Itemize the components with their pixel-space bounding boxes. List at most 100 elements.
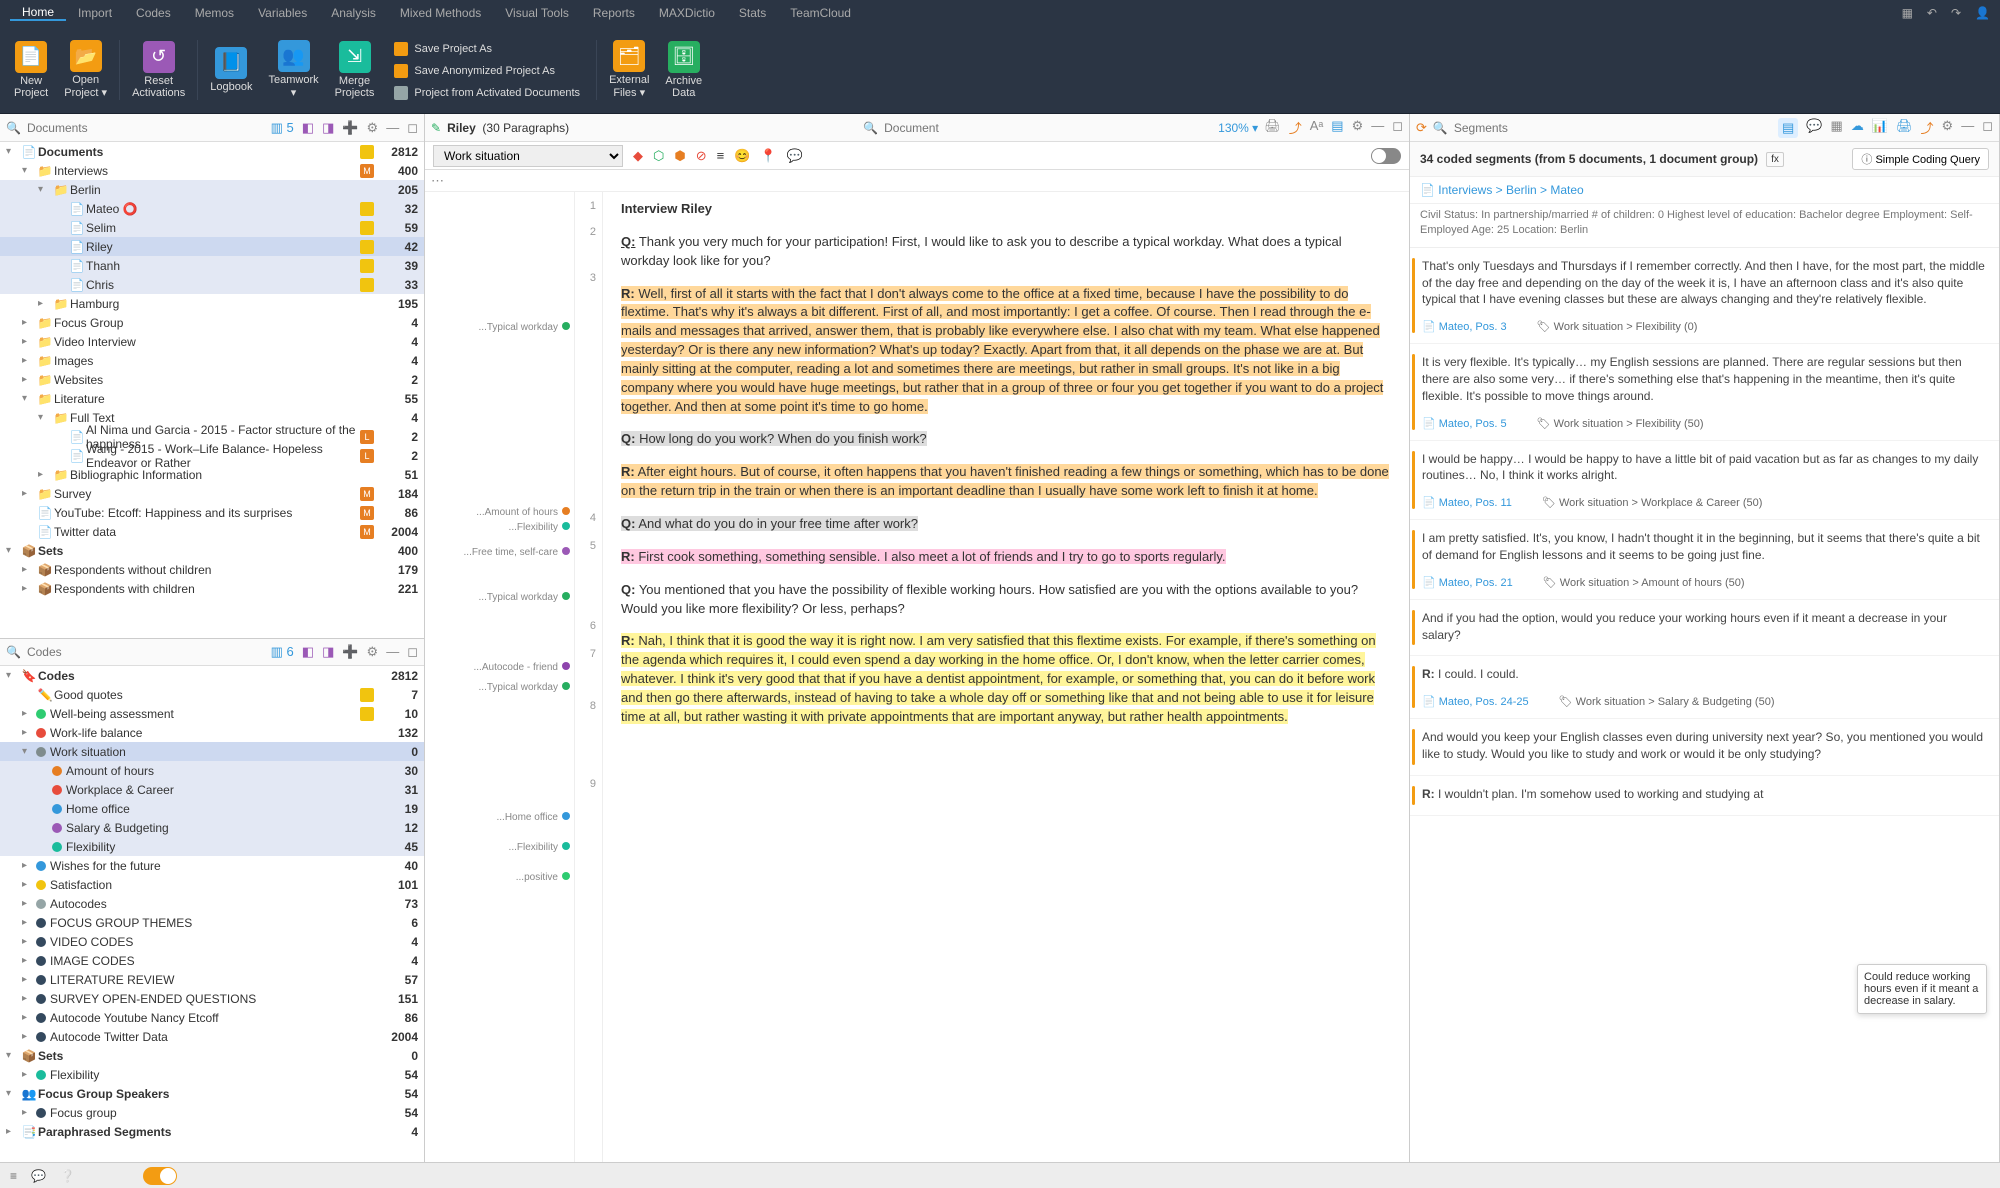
- menu-home[interactable]: Home: [10, 5, 66, 21]
- paragraph[interactable]: Q: And what do you do in your free time …: [621, 515, 1391, 534]
- coding-stripe-label[interactable]: ...Free time, self-care: [464, 547, 570, 558]
- emoji-tool[interactable]: 😊: [734, 148, 750, 164]
- segment-item[interactable]: R: I could. I could.📄 Mateo, Pos. 24-25🏷…: [1410, 656, 1999, 719]
- chat-icon[interactable]: 💬: [31, 1169, 46, 1183]
- coding-stripe-label[interactable]: ...Typical workday: [479, 592, 570, 603]
- code-select[interactable]: Work situation: [433, 145, 623, 167]
- help-icon[interactable]: ❔: [60, 1169, 75, 1183]
- simple-coding-query-button[interactable]: ⓘ Simple Coding Query: [1852, 148, 1989, 170]
- code-tool-5[interactable]: ≡: [717, 148, 725, 163]
- tree-root[interactable]: ▸📑Paraphrased Segments4: [0, 1122, 424, 1141]
- tree-item[interactable]: ▸LITERATURE REVIEW57: [0, 970, 424, 989]
- undo-icon[interactable]: ↶: [1927, 6, 1937, 20]
- document-search-input[interactable]: [884, 121, 1166, 135]
- tree-item[interactable]: 📄Selim59: [0, 218, 424, 237]
- menu-analysis[interactable]: Analysis: [319, 6, 388, 20]
- segments-search-input[interactable]: [1454, 121, 1772, 135]
- minimize-icon[interactable]: —: [1961, 118, 1974, 138]
- tree-item[interactable]: ▸Well-being assessment10: [0, 704, 424, 723]
- segments-list[interactable]: That's only Tuesdays and Thursdays if I …: [1410, 248, 1999, 1162]
- seg-export-icon[interactable]: ⤴: [1921, 118, 1934, 138]
- tree-root[interactable]: ▾📦Sets0: [0, 1046, 424, 1065]
- tree-item[interactable]: ▸📁Video Interview4: [0, 332, 424, 351]
- coding-stripe-label[interactable]: ...positive: [516, 872, 570, 883]
- codes-add-icon[interactable]: ➕: [342, 644, 358, 660]
- paragraph[interactable]: R: Well, first of all it starts with the…: [621, 285, 1391, 417]
- code-tool-2[interactable]: ⬡: [653, 148, 664, 164]
- tree-item[interactable]: ▾📁InterviewsM400: [0, 161, 424, 180]
- paragraph[interactable]: R: First cook something, something sensi…: [621, 548, 1391, 567]
- tree-item[interactable]: ▸Work-life balance132: [0, 723, 424, 742]
- tree-item[interactable]: ▸Autocodes73: [0, 894, 424, 913]
- seg-view-list[interactable]: ▤: [1778, 118, 1798, 138]
- gear-icon[interactable]: ⚙: [1352, 118, 1364, 137]
- save-icon[interactable]: ▦: [1902, 6, 1913, 20]
- menu-import[interactable]: Import: [66, 6, 124, 20]
- segment-item[interactable]: That's only Tuesdays and Thursdays if I …: [1410, 248, 1999, 344]
- tree-item[interactable]: ▾Work situation0: [0, 742, 424, 761]
- print-icon[interactable]: 🖨: [1264, 118, 1281, 137]
- tree-item[interactable]: ▸📁Focus Group4: [0, 313, 424, 332]
- seg-view-grid[interactable]: ▦: [1831, 118, 1843, 138]
- gear-icon[interactable]: ⚙: [367, 120, 379, 136]
- coding-stripe-label[interactable]: ...Flexibility: [509, 842, 570, 853]
- maximize-icon[interactable]: ◻: [1982, 118, 1993, 138]
- segment-item[interactable]: I am pretty satisfied. It's, you know, I…: [1410, 520, 1999, 600]
- tree-item[interactable]: 📄Chris33: [0, 275, 424, 294]
- documents-tree[interactable]: ▾📄Documents2812▾📁InterviewsM400▾📁Berlin2…: [0, 142, 424, 638]
- seg-reset-icon[interactable]: ⟳: [1416, 120, 1427, 136]
- pin-tool[interactable]: 📍: [760, 148, 776, 164]
- tree-root[interactable]: ▾👥Focus Group Speakers54: [0, 1084, 424, 1103]
- documents-search-input[interactable]: [27, 121, 265, 135]
- gear-icon[interactable]: ⚙: [367, 644, 379, 660]
- docs-icon-1[interactable]: ◧: [302, 120, 314, 136]
- segment-item[interactable]: I would be happy… I would be happy to ha…: [1410, 441, 1999, 521]
- coding-stripe-label[interactable]: ...Home office: [496, 812, 570, 823]
- segments-source[interactable]: 📄 Interviews > Berlin > Mateo: [1410, 177, 1999, 204]
- redo-icon[interactable]: ↷: [1951, 6, 1961, 20]
- tree-item[interactable]: 📄Thanh39: [0, 256, 424, 275]
- formula-icon[interactable]: fx: [1766, 152, 1784, 167]
- coding-stripe-label[interactable]: ...Typical workday: [479, 682, 570, 693]
- tree-root[interactable]: ▾🔖Codes2812: [0, 666, 424, 685]
- zoom-dropdown[interactable]: 130% ▾: [1218, 121, 1258, 135]
- code-tool-1[interactable]: ◆: [633, 148, 643, 164]
- tree-item[interactable]: Flexibility45: [0, 837, 424, 856]
- teamwork-button[interactable]: 👥 Teamwork ▾: [261, 36, 327, 103]
- seg-cloud-icon[interactable]: ☁: [1851, 118, 1864, 138]
- gear-icon[interactable]: ⚙: [1942, 118, 1954, 138]
- coding-stripe-label[interactable]: ...Autocode - friend: [474, 662, 571, 673]
- archive-data-button[interactable]: 🗄 Archive Data: [657, 37, 710, 103]
- tree-root[interactable]: ▾📦Sets400: [0, 541, 424, 560]
- tree-item[interactable]: ▸Satisfaction101: [0, 875, 424, 894]
- aa-icon[interactable]: Aᵃ: [1310, 118, 1324, 137]
- docs-add-icon[interactable]: ➕: [342, 120, 358, 136]
- codes-tree[interactable]: ▾🔖Codes2812✏️Good quotes7▸Well-being ass…: [0, 666, 424, 1162]
- tree-item[interactable]: Home office19: [0, 799, 424, 818]
- seg-view-comment[interactable]: 💬: [1806, 118, 1822, 138]
- tree-item[interactable]: ▸IMAGE CODES4: [0, 951, 424, 970]
- note-card[interactable]: Could reduce working hours even if it me…: [1857, 964, 1987, 1014]
- new-project-button[interactable]: 📄 New Project: [6, 37, 56, 103]
- save-anonymized-button[interactable]: Save Anonymized Project As: [390, 62, 559, 80]
- minimize-icon[interactable]: —: [386, 644, 399, 660]
- codes-filter-icon[interactable]: ▥ 6: [271, 644, 294, 660]
- minimize-icon[interactable]: —: [1371, 118, 1384, 137]
- segment-item[interactable]: And would you keep your English classes …: [1410, 719, 1999, 776]
- maximize-icon[interactable]: ◻: [407, 644, 418, 660]
- menu-variables[interactable]: Variables: [246, 6, 319, 20]
- tree-item[interactable]: ▸📦Respondents with children221: [0, 579, 424, 598]
- maximize-icon[interactable]: ◻: [407, 120, 418, 136]
- tree-item[interactable]: ▾📁Berlin205: [0, 180, 424, 199]
- seg-chart-icon[interactable]: 📊: [1872, 118, 1888, 138]
- tree-item[interactable]: ▸📁Hamburg195: [0, 294, 424, 313]
- merge-projects-button[interactable]: ⇲ Merge Projects: [327, 37, 383, 103]
- tree-item[interactable]: ▸Wishes for the future40: [0, 856, 424, 875]
- tree-item[interactable]: Salary & Budgeting12: [0, 818, 424, 837]
- coding-stripe-label[interactable]: ...Amount of hours: [476, 507, 570, 518]
- edit-icon[interactable]: ✎: [431, 121, 441, 135]
- tree-item[interactable]: 📄Riley42: [0, 237, 424, 256]
- tree-item[interactable]: ▸Autocode Youtube Nancy Etcoff86: [0, 1008, 424, 1027]
- tree-item[interactable]: 📄Twitter dataM2004: [0, 522, 424, 541]
- tree-item[interactable]: ▸Flexibility54: [0, 1065, 424, 1084]
